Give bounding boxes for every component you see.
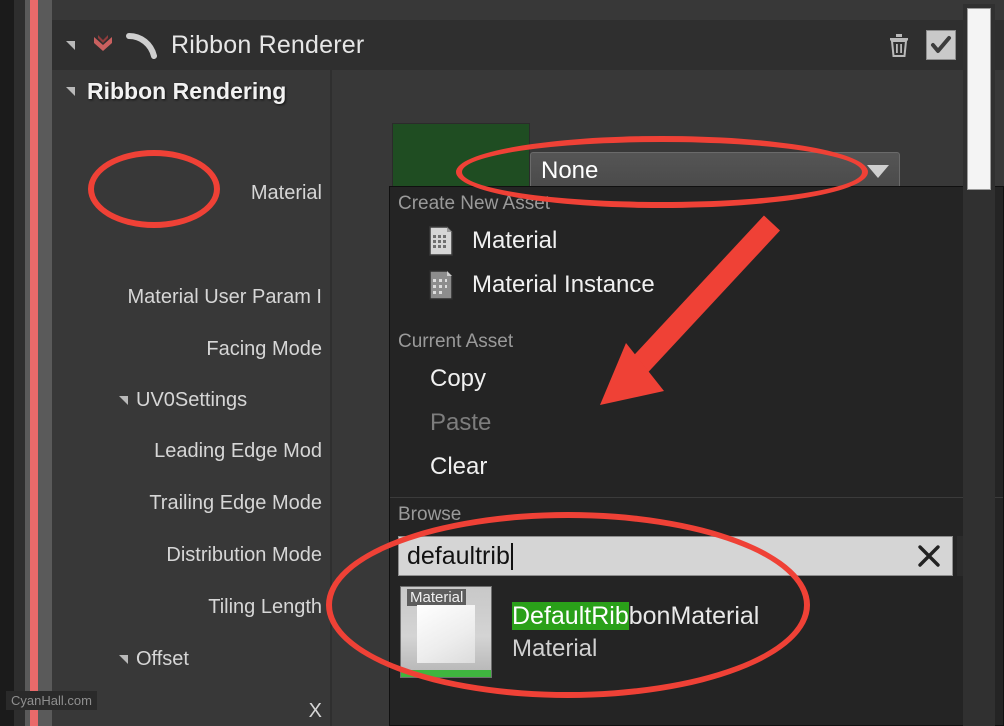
ribbon-rendering-section[interactable]: Ribbon Rendering (52, 70, 342, 112)
window-edge-mid (14, 0, 25, 726)
red-double-chevron-icon (89, 31, 117, 59)
ribbon-curve-icon (125, 30, 159, 60)
property-label: Leading Edge Mod (154, 440, 322, 462)
ribbon-renderer-header[interactable]: Ribbon Renderer (52, 20, 1004, 70)
property-label: Tiling Length (208, 596, 322, 618)
property-label: Distribution Mode (166, 544, 322, 566)
close-x-icon[interactable] (914, 541, 944, 571)
annotation-ellipse-material (88, 150, 220, 228)
annotation-arrow (600, 215, 780, 405)
page-title: Ribbon Renderer (171, 30, 365, 59)
property-label: UV0Settings (136, 389, 248, 411)
material-asset-icon (424, 224, 458, 258)
collapse-triangle-icon[interactable] (66, 40, 75, 50)
enabled-checkbox[interactable] (926, 30, 956, 60)
menu-item-label: Copy (430, 365, 487, 392)
section-collapse-icon[interactable] (66, 86, 75, 96)
property-label: Material User Param I (127, 286, 323, 308)
unreal-details-panel: Ribbon Renderer Ribbon Rendering Materia… (0, 0, 1004, 726)
menu-item-label: Material (472, 227, 558, 254)
menu-item-label: Clear (430, 453, 488, 480)
property-label: X (308, 700, 322, 722)
section-title: Ribbon Rendering (87, 77, 287, 104)
property-label: Facing Mode (206, 338, 322, 360)
window-edge-dark (0, 0, 14, 726)
trash-icon[interactable] (886, 31, 912, 59)
property-label: Trailing Edge Mode (149, 492, 322, 514)
group-collapse-icon[interactable] (119, 655, 128, 664)
chevron-down-icon[interactable] (867, 164, 889, 178)
annotation-ellipse-search-result (326, 512, 810, 698)
module-status-bar (30, 0, 38, 726)
annotation-ellipse-none-combo (456, 136, 868, 208)
property-label: Offset (136, 648, 189, 670)
menu-item-label: Paste (430, 409, 492, 436)
watermark: CyanHall.com (6, 691, 97, 710)
vertical-scrollbar-thumb[interactable] (967, 8, 991, 190)
group-collapse-icon[interactable] (119, 396, 128, 405)
material-instance-icon (424, 268, 458, 302)
